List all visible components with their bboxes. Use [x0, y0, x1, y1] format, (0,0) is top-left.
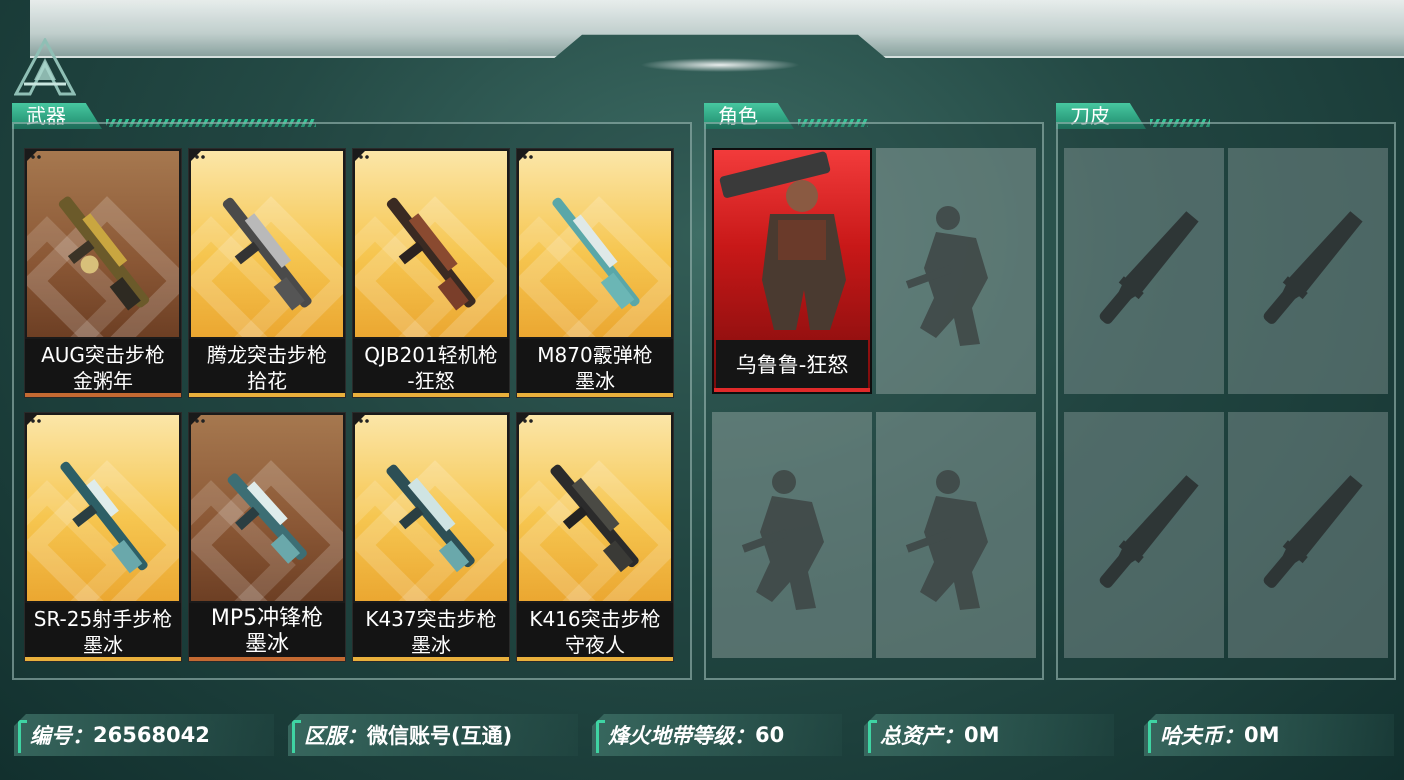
character-card[interactable]: 乌鲁鲁-狂怒: [712, 148, 872, 394]
weapon-model: K437突击步枪: [365, 607, 497, 631]
rarity-bar: [517, 657, 673, 661]
menu-dots-icon: [359, 155, 373, 159]
rarity-bar: [353, 657, 509, 661]
knife-icon: [1099, 475, 1199, 588]
rifle-icon: [550, 464, 639, 573]
rifle-icon: [386, 464, 475, 573]
weapon-name: K416突击步枪 守夜人: [517, 603, 673, 661]
zone-level: 烽火地带等级： 60: [592, 714, 842, 756]
menu-dots-icon: [523, 155, 537, 159]
weapon-skin: 墨冰: [575, 369, 615, 393]
total-assets-value: 0M: [964, 723, 1000, 747]
weapon-model: MP5冲锋枪: [210, 606, 324, 631]
menu-dots-icon: [195, 419, 209, 423]
game-logo-icon: [14, 38, 76, 96]
knife-slot-empty[interactable]: [1228, 148, 1388, 394]
weapon-skin: 墨冰: [244, 632, 289, 657]
weapon-name: M870霰弹枪 墨冰: [517, 339, 673, 397]
menu-dots-icon: [523, 419, 537, 423]
weapon-skin: 金粥年: [73, 369, 133, 393]
weapon-skin: 拾花: [247, 369, 287, 393]
menu-dots-icon: [31, 155, 45, 159]
rifle-icon: [58, 196, 150, 311]
weapon-model: QJB201轻机枪: [364, 343, 498, 367]
knife-icon: [1263, 211, 1363, 324]
rarity-bar: [353, 393, 509, 397]
operator-silhouette-icon: [905, 206, 988, 346]
knife-icon: [1099, 211, 1199, 324]
operator-silhouette-icon: [741, 470, 824, 610]
total-assets: 总资产： 0M: [864, 714, 1114, 756]
character-slot-empty[interactable]: [876, 148, 1036, 394]
zone-level-label: 烽火地带等级：: [608, 724, 755, 748]
menu-dots-icon: [31, 419, 45, 423]
weapon-card[interactable]: M870霰弹枪 墨冰: [516, 148, 674, 398]
weapon-model: K416突击步枪: [529, 607, 661, 631]
character-slot-empty[interactable]: [712, 412, 872, 658]
menu-dots-icon: [195, 155, 209, 159]
server-info: 区服： 微信账号(互通): [288, 714, 578, 756]
weapon-model: AUG突击步枪: [41, 343, 165, 367]
rarity-bar: [25, 393, 181, 397]
weapon-model: M870霰弹枪: [537, 343, 653, 367]
account-id: 编号： 26568042: [14, 714, 274, 756]
account-id-label: 编号：: [30, 724, 93, 748]
banner-glow: [640, 58, 800, 72]
character-slot-empty[interactable]: [876, 412, 1036, 658]
weapon-model: SR-25射手步枪: [33, 607, 173, 631]
weapon-card[interactable]: K416突击步枪 守夜人: [516, 412, 674, 662]
shotgun-icon: [552, 197, 640, 310]
weapon-name: SR-25射手步枪 墨冰: [25, 603, 181, 661]
weapon-card[interactable]: SR-25射手步枪 墨冰: [24, 412, 182, 662]
character-name: 乌鲁鲁-狂怒: [716, 340, 868, 390]
coin-balance: 哈夫币： 0M: [1144, 714, 1394, 756]
weapon-card[interactable]: K437突击步枪 墨冰: [352, 412, 510, 662]
zone-level-value: 60: [755, 723, 785, 747]
rarity-bar: [189, 657, 345, 661]
account-id-value: 26568042: [93, 723, 210, 747]
server-value: 微信账号(互通): [367, 724, 513, 748]
weapon-model: 腾龙突击步枪: [207, 343, 327, 367]
total-assets-label: 总资产：: [880, 724, 964, 748]
weapons-grid: AUG突击步枪 金粥年 腾龙突击步枪 拾花 QJB201轻机枪 -狂怒 M870…: [24, 148, 674, 662]
rarity-bar: [517, 393, 673, 397]
knife-icon: [1263, 475, 1363, 588]
weapon-card[interactable]: QJB201轻机枪 -狂怒: [352, 148, 510, 398]
weapon-skin: 墨冰: [83, 633, 123, 657]
rarity-bar: [714, 388, 870, 392]
weapon-name: 腾龙突击步枪 拾花: [189, 339, 345, 397]
weapon-card[interactable]: 腾龙突击步枪 拾花: [188, 148, 346, 398]
menu-dots-icon: [359, 419, 373, 423]
knife-slot-empty[interactable]: [1064, 412, 1224, 658]
machine-gun-icon: [386, 197, 476, 311]
weapon-card[interactable]: MP5冲锋枪 墨冰: [188, 412, 346, 662]
smg-icon: [227, 473, 307, 564]
rarity-bar: [25, 657, 181, 661]
operator-silhouette-icon: [905, 470, 988, 610]
rifle-icon: [222, 197, 312, 311]
weapon-name: AUG突击步枪 金粥年: [25, 339, 181, 397]
sniper-rifle-icon: [60, 461, 148, 574]
top-banner: [30, 0, 1404, 58]
weapon-name: QJB201轻机枪 -狂怒: [353, 339, 509, 397]
weapon-skin: 守夜人: [565, 633, 625, 657]
weapon-name: K437突击步枪 墨冰: [353, 603, 509, 661]
weapon-skin: -狂怒: [407, 369, 455, 393]
weapon-card[interactable]: AUG突击步枪 金粥年: [24, 148, 182, 398]
operator-portrait-icon: [719, 151, 846, 330]
weapon-skin: 墨冰: [411, 633, 451, 657]
coin-value: 0M: [1244, 723, 1280, 747]
server-label: 区服：: [304, 724, 367, 748]
weapon-name: MP5冲锋枪 墨冰: [189, 603, 345, 661]
knife-slot-empty[interactable]: [1064, 148, 1224, 394]
rarity-bar: [189, 393, 345, 397]
knife-slot-empty[interactable]: [1228, 412, 1388, 658]
coin-label: 哈夫币：: [1160, 724, 1244, 748]
